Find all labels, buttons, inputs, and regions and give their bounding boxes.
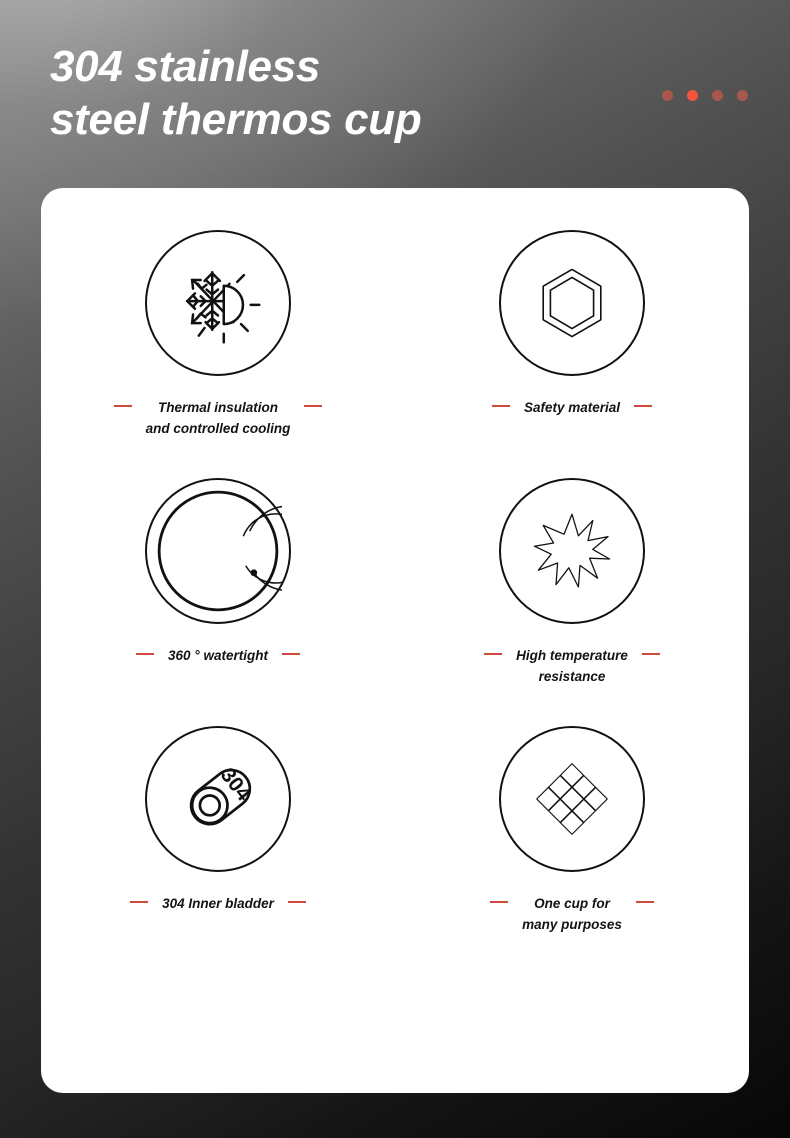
feature-label-row: One cup for many purposes bbox=[395, 893, 749, 935]
icon-circle bbox=[499, 478, 645, 624]
svg-text:304: 304 bbox=[216, 764, 256, 806]
feature-label: 360 ° watertight bbox=[168, 648, 268, 663]
product-feature-page: 304 stainless steel thermos cup Thermal … bbox=[0, 0, 790, 1138]
dash-left-icon bbox=[484, 653, 503, 655]
spiral-seal-icon bbox=[154, 487, 282, 615]
feature-safety-material[interactable]: Safety material bbox=[395, 230, 749, 439]
starburst-icon bbox=[532, 511, 612, 591]
icon-circle: 304 bbox=[145, 726, 291, 872]
feature-label: 304 Inner bladder bbox=[162, 896, 274, 911]
pagination-dot-2[interactable] bbox=[687, 90, 698, 101]
feature-label-row: Safety material bbox=[395, 397, 749, 418]
dash-right-icon bbox=[635, 901, 654, 903]
pagination-dot-4[interactable] bbox=[737, 90, 748, 101]
icon-circle bbox=[499, 230, 645, 376]
pagination-dots[interactable] bbox=[662, 90, 748, 101]
page-header: 304 stainless steel thermos cup bbox=[0, 0, 790, 188]
feature-multipurpose[interactable]: One cup for many purposes bbox=[395, 726, 749, 935]
hexagon-icon bbox=[532, 263, 612, 343]
dash-right-icon bbox=[304, 405, 323, 407]
snowflake-sun-icon bbox=[170, 255, 266, 351]
feature-label-row: High temperature resistance bbox=[395, 645, 749, 687]
icon-circle bbox=[145, 230, 291, 376]
pagination-dot-1[interactable] bbox=[662, 90, 673, 101]
feature-label: Safety material bbox=[523, 400, 621, 415]
icon-circle bbox=[499, 726, 645, 872]
dash-left-icon bbox=[491, 405, 510, 407]
feature-thermal-insulation[interactable]: Thermal insulation and controlled coolin… bbox=[41, 230, 395, 439]
dash-right-icon bbox=[634, 405, 653, 407]
pagination-dot-3[interactable] bbox=[712, 90, 723, 101]
dash-left-icon bbox=[136, 653, 155, 655]
feature-label-row: Thermal insulation and controlled coolin… bbox=[41, 397, 395, 439]
dash-right-icon bbox=[641, 653, 660, 655]
page-title: 304 stainless steel thermos cup bbox=[50, 42, 422, 144]
feature-label-row: 304 Inner bladder bbox=[41, 893, 395, 914]
feature-label: High temperature resistance bbox=[516, 648, 628, 684]
icon-circle bbox=[145, 478, 291, 624]
feature-inner-bladder[interactable]: 304 304 Inner bladder bbox=[41, 726, 395, 935]
feature-label-row: 360 ° watertight bbox=[41, 645, 395, 666]
feature-high-temperature[interactable]: High temperature resistance bbox=[395, 478, 749, 687]
cylinder-304-icon: 304 bbox=[166, 747, 270, 851]
dash-left-icon bbox=[113, 405, 132, 407]
features-grid: Thermal insulation and controlled coolin… bbox=[41, 230, 749, 935]
feature-label: One cup for many purposes bbox=[522, 896, 622, 932]
diamond-lattice-icon bbox=[529, 756, 615, 842]
dash-left-icon bbox=[130, 901, 149, 903]
features-card: Thermal insulation and controlled coolin… bbox=[41, 188, 749, 1093]
dash-left-icon bbox=[490, 901, 509, 903]
feature-watertight[interactable]: 360 ° watertight bbox=[41, 478, 395, 687]
dash-right-icon bbox=[281, 653, 300, 655]
feature-label: Thermal insulation and controlled coolin… bbox=[145, 400, 291, 436]
dash-right-icon bbox=[287, 901, 306, 903]
